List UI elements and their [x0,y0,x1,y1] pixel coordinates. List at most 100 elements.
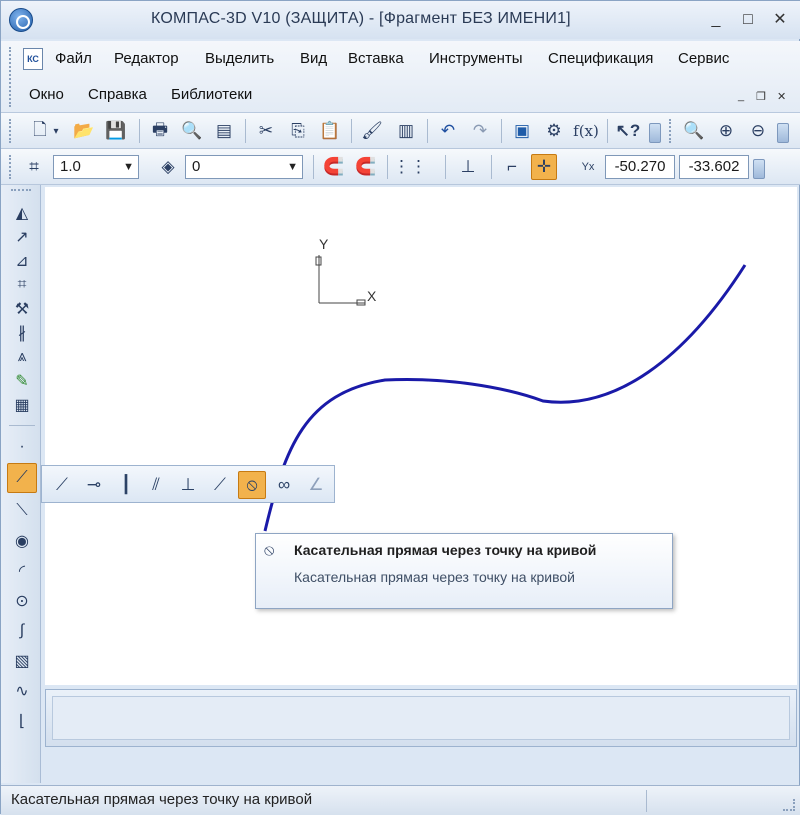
open-folder-icon[interactable]: 📂 [71,118,97,144]
menu-libraries[interactable]: Библиотеки [171,86,252,103]
print-preview-icon[interactable]: 🔍 [179,118,205,144]
copy-icon[interactable]: ⎘ [285,118,311,144]
mdi-close-button[interactable]: ✕ [777,90,786,103]
auxiliary-line-icon[interactable]: ⟋ [7,463,37,493]
drawing-canvas[interactable]: Y X [45,187,797,685]
coord-label-icon: Yx [581,161,595,173]
zoom-icon[interactable]: 🔍 [681,118,707,144]
menu-view[interactable]: Вид [300,50,327,67]
menu-file[interactable]: Файл [55,50,92,67]
undo-icon[interactable]: ↶ [435,118,461,144]
spline-curve[interactable] [263,264,747,532]
mdi-restore-button[interactable]: ❐ [756,90,766,103]
toolbar-separator [313,155,314,179]
perpendicular-line-icon[interactable]: ⊥ [174,471,202,499]
ellipse-icon[interactable]: ⊙ [9,589,35,613]
toolbar-separator [139,119,140,143]
reports-icon[interactable]: ▦ [9,393,35,417]
hatch-icon[interactable]: ▧ [9,649,35,673]
editing-icon[interactable]: ⌗ [9,273,35,297]
zoom-in-icon[interactable]: ⊕ [713,118,739,144]
toolbar-more-button[interactable] [777,123,789,143]
tangent-two-curves-icon[interactable]: ∞ [270,471,298,499]
local-cs-icon[interactable]: ⊥ [455,154,481,180]
scale-combobox[interactable]: 1.0 ▼ [53,155,139,179]
coord-x-field[interactable]: -50.270 [605,155,675,179]
format-brush-icon[interactable]: 🖌 [359,118,385,144]
vertical-line-icon[interactable]: ┃ [112,471,140,499]
layers-icon[interactable]: ◈ [155,154,181,180]
close-button[interactable]: ✕ [771,11,789,29]
paste-icon[interactable]: 📋 [317,118,343,144]
toolbar-separator [607,119,608,143]
tangent-external-icon[interactable]: ⟋ [206,471,234,499]
library-icon[interactable]: ▥ [393,118,419,144]
parallel-line-icon[interactable]: ⫽ [142,471,170,499]
coord-y-field[interactable]: -33.602 [679,155,749,179]
bisector-icon[interactable]: ∠ [302,471,330,499]
symbols-icon[interactable]: ⊿ [9,249,35,273]
print-icon[interactable]: 🖶 [147,118,173,144]
layer-value: 0 [192,158,201,175]
parametrization-icon[interactable]: ⚒ [9,297,35,321]
tooltip-description: Касательная прямая через точку на кривой [294,569,575,585]
grid-icon[interactable]: ⋮⋮ [393,154,427,180]
minimize-button[interactable]: _ [707,11,725,29]
select-icon[interactable]: ⩓ [9,345,35,369]
tangent-point-icon[interactable]: ⦸ [238,471,266,499]
kompas-logo-icon[interactable] [9,8,33,32]
manager-icon[interactable]: ▣ [509,118,535,144]
measure-icon[interactable]: ∦ [9,321,35,345]
menu-service[interactable]: Сервис [678,50,729,67]
round-mode-icon[interactable]: ✛ [531,154,557,180]
axis-x-label: X [367,288,377,304]
dimensions-icon[interactable]: ↗ [9,225,35,249]
menu-insert[interactable]: Вставка [348,50,404,67]
save-icon[interactable]: 💾 [103,118,129,144]
horizontal-line-icon[interactable]: ⟋ [48,471,76,499]
toolbar-more-button[interactable] [753,159,765,179]
menu-help[interactable]: Справка [88,86,147,103]
tooltip-title: Касательная прямая через точку на кривой [294,542,597,558]
maximize-button[interactable]: □ [739,11,757,29]
nurbs-icon[interactable]: ∿ [9,679,35,703]
chevron-down-icon: ▼ [287,161,298,173]
toolbar-grip[interactable] [9,119,13,143]
toolbar-more-button[interactable] [649,123,661,143]
resize-grip-icon[interactable] [783,799,795,811]
layer-combobox[interactable]: 0 ▼ [185,155,303,179]
scale-icon[interactable]: ⌗ [21,154,47,180]
mdi-minimize-button[interactable]: _ [738,90,744,102]
tools-icon[interactable]: ⚙ [541,118,567,144]
geometry-icon[interactable]: ◭ [9,201,35,225]
toolbar-grip[interactable] [9,155,13,179]
help-icon[interactable]: ↖? [615,118,641,144]
status-text: Касательная прямая через точку на кривой [11,791,313,808]
chamfer-icon[interactable]: ⌊ [9,709,35,733]
snap-magnet-icon[interactable]: 🧲 [321,154,347,180]
spline-icon[interactable]: ∫ [9,619,35,643]
circle-icon[interactable]: ◉ [9,529,35,553]
menu-select[interactable]: Выделить [205,50,274,67]
menu-grip[interactable] [9,47,13,107]
zoom-out-icon[interactable]: ⊖ [745,118,771,144]
ortho-mode-icon[interactable]: ⌐ [499,154,525,180]
cut-icon[interactable]: ✂ [253,118,279,144]
menu-edit[interactable]: Редактор [114,50,179,67]
document-icon[interactable]: КС [23,48,43,70]
menu-window[interactable]: Окно [29,86,64,103]
panel-grip[interactable] [11,189,31,191]
segment-icon[interactable]: ⟍ [9,499,35,523]
dropdown-arrow-icon[interactable]: ▾ [49,118,63,144]
horizontal-point-line-icon[interactable]: ⊸ [80,471,108,499]
menu-specification[interactable]: Спецификация [548,50,653,67]
function-icon[interactable]: f(x) [573,118,599,144]
page-setup-icon[interactable]: ▤ [211,118,237,144]
menu-tools[interactable]: Инструменты [429,50,523,67]
local-snap-icon[interactable]: 🧲 [353,154,379,180]
toolbar-grip[interactable] [669,119,673,143]
point-icon[interactable]: · [9,435,35,459]
redo-icon[interactable]: ↷ [467,118,493,144]
arc-icon[interactable]: ◜ [9,559,35,583]
spec-icon[interactable]: ✎ [9,369,35,393]
